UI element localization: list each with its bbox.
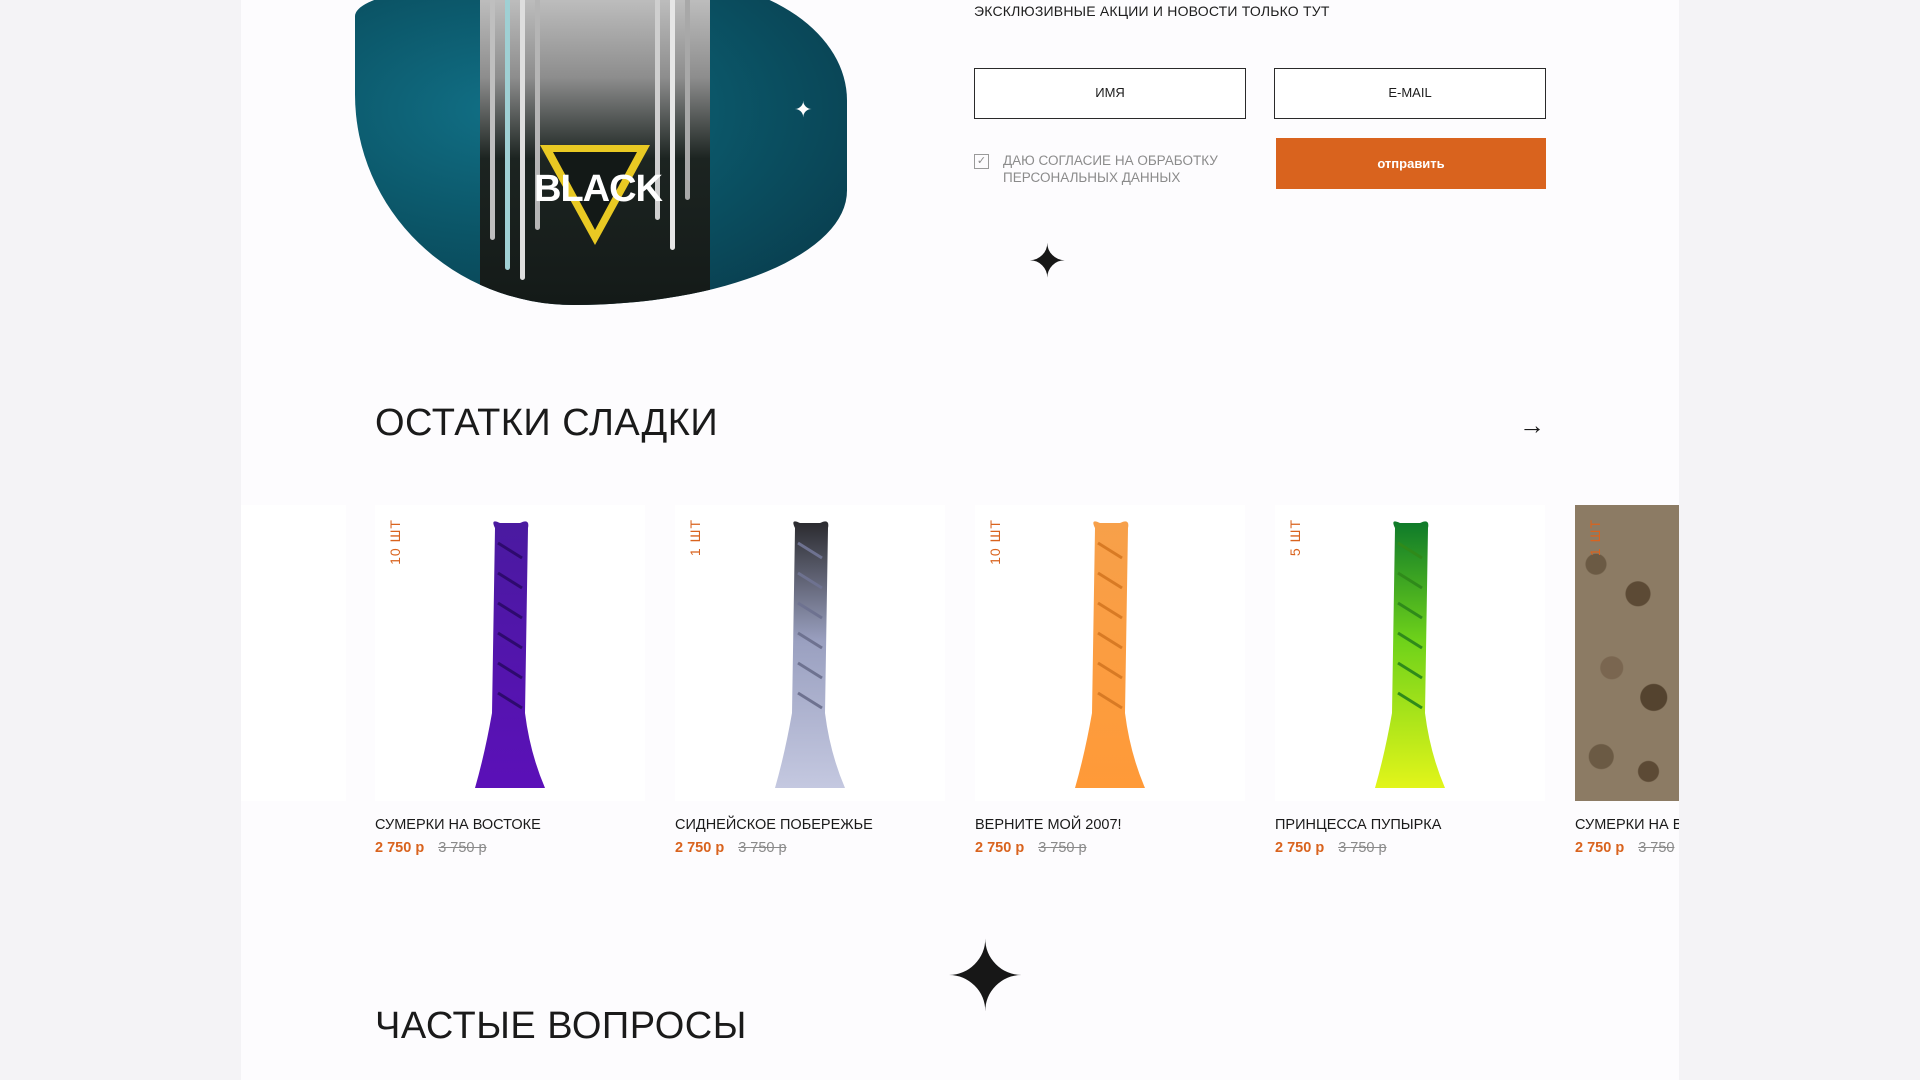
braid-image	[475, 521, 545, 788]
product-price: 2 750 р	[1575, 840, 1625, 856]
product-card[interactable]: 5 ШТ ПРИНЦЕССА ПУПЫРКА 2 750 р 3 750 р	[1275, 505, 1545, 856]
product-image[interactable]: 1 ШТ	[675, 505, 945, 801]
product-old-price: 3 750	[1638, 840, 1675, 856]
shirt-logo-text: BLACK	[534, 168, 663, 210]
braid-image	[775, 521, 845, 788]
product-image[interactable]: 10 ШТ	[375, 505, 645, 801]
section-title-faq: ЧАСТЫЕ ВОПРОСЫ	[375, 1005, 747, 1047]
product-price: 2 750 р	[375, 840, 425, 856]
check-icon[interactable]: ✓	[974, 154, 989, 169]
product-prices: 2 750 р 3 750 р	[975, 840, 1245, 856]
product-old-price: 3 750 р	[438, 840, 487, 856]
sparkle-icon: ✦	[794, 97, 813, 122]
consent-label: ДАЮ СОГЛАСИЕ НА ОБРАБОТКУ ПЕРСОНАЛЬНЫХ Д…	[1003, 153, 1218, 185]
product-price: 2 750 р	[1275, 840, 1325, 856]
product-name[interactable]: СИДНЕЙСКОЕ ПОБЕРЕЖЬЕ	[675, 817, 945, 833]
dread	[505, 0, 510, 270]
product-card-partial-left[interactable]	[241, 505, 346, 801]
email-field[interactable]: E-MAIL	[1274, 68, 1546, 119]
section-title-leftovers: ОСТАТКИ СЛАДКИ	[375, 402, 719, 444]
star-icon: ✦	[945, 924, 1026, 1031]
dread	[670, 0, 675, 250]
product-prices: 2 750 р 3 750	[1575, 840, 1679, 856]
stock-badge: 10 ШТ	[387, 519, 403, 565]
stock-badge: 1 ШТ	[1587, 519, 1603, 557]
stock-badge: 1 ШТ	[687, 519, 703, 557]
product-prices: 2 750 р 3 750 р	[1275, 840, 1545, 856]
stock-badge: 5 ШТ	[1287, 519, 1303, 557]
product-name[interactable]: ПРИНЦЕССА ПУПЫРКА	[1275, 817, 1545, 833]
star-icon: ✦	[1028, 235, 1067, 287]
dread	[685, 0, 690, 200]
product-prices: 2 750 р 3 750 р	[375, 840, 645, 856]
product-card[interactable]: 1 ШТ СУМЕРКИ НА В 2 750 р 3 750	[1575, 505, 1679, 856]
product-name[interactable]: ВЕРНИТЕ МОЙ 2007!	[975, 817, 1245, 833]
arrow-right-icon[interactable]: →	[1519, 410, 1545, 441]
stock-badge: 10 ШТ	[987, 519, 1003, 565]
submit-button[interactable]: отправить	[1276, 138, 1546, 189]
product-name[interactable]: СУМЕРКИ НА ВОСТОКЕ	[375, 817, 645, 833]
product-image[interactable]: 10 ШТ	[975, 505, 1245, 801]
dread	[490, 0, 495, 240]
product-image[interactable]: 1 ШТ	[1575, 505, 1679, 801]
consent-checkbox-row[interactable]: ✓ ДАЮ СОГЛАСИЕ НА ОБРАБОТКУ ПЕРСОНАЛЬНЫХ…	[974, 152, 1243, 186]
promo-text: ЭКСКЛЮЗИВНЫЕ АКЦИИ И НОВОСТИ ТОЛЬКО ТУТ	[974, 3, 1330, 19]
braid-image	[1375, 521, 1445, 788]
product-prices: 2 750 р 3 750 р	[675, 840, 945, 856]
name-field[interactable]: ИМЯ	[974, 68, 1246, 119]
dread	[520, 0, 525, 280]
product-image[interactable]: 5 ШТ	[1275, 505, 1545, 801]
product-card[interactable]: 10 ШТ ВЕРНИТЕ МОЙ 2007! 2 750 р 3 750 р	[975, 505, 1245, 856]
product-old-price: 3 750 р	[738, 840, 787, 856]
product-old-price: 3 750 р	[1338, 840, 1387, 856]
product-card[interactable]: 1 ШТ СИДНЕЙСКОЕ ПОБЕРЕЖЬЕ 2 750 р 3 750 …	[675, 505, 945, 856]
product-name[interactable]: СУМЕРКИ НА В	[1575, 817, 1679, 833]
product-price: 2 750 р	[975, 840, 1025, 856]
product-card[interactable]: 10 ШТ СУМЕРКИ НА ВОСТОКЕ 2 750 р 3 750 р	[375, 505, 645, 856]
product-old-price: 3 750 р	[1038, 840, 1087, 856]
product-price: 2 750 р	[675, 840, 725, 856]
product-card-partial-right[interactable]: 1 ШТ СУМЕРКИ НА В 2 750 р 3 750	[1575, 505, 1679, 865]
braid-image	[1075, 521, 1145, 788]
